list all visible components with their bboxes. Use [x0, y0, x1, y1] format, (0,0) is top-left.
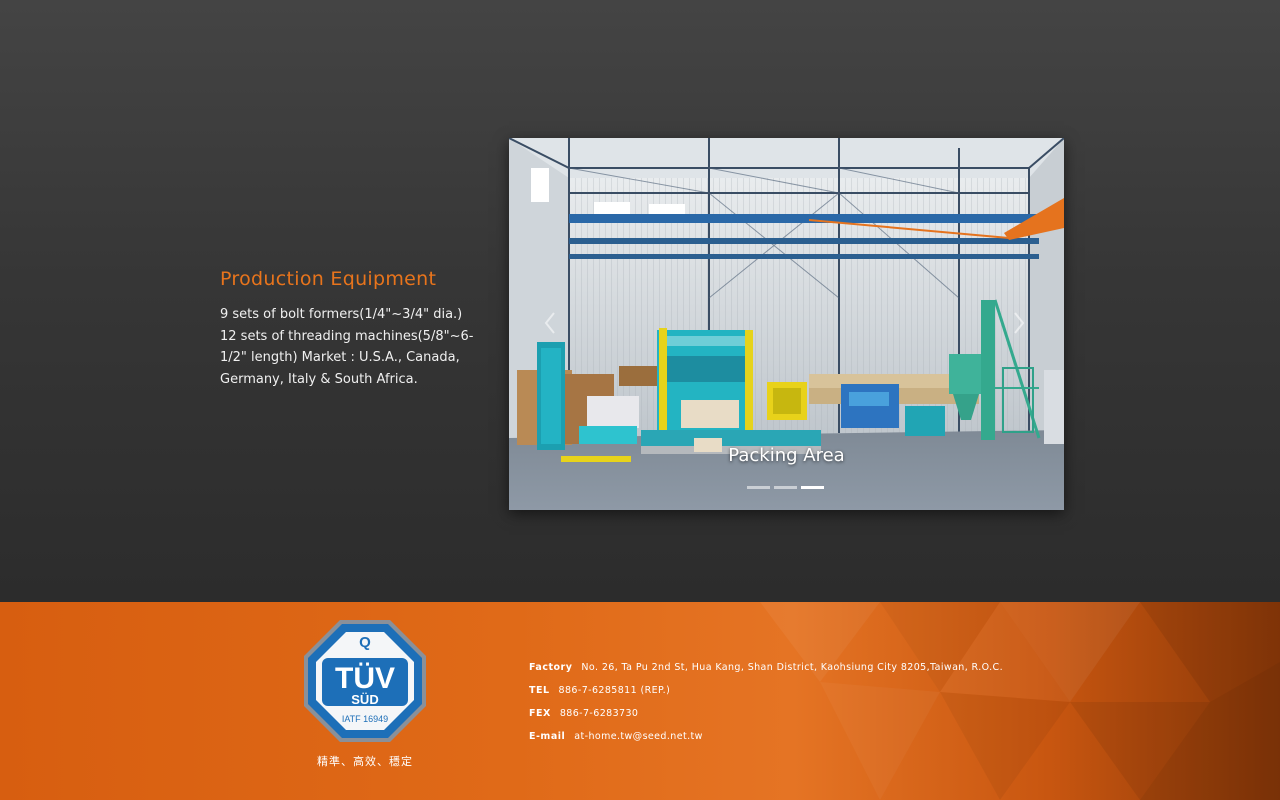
slider-next-button[interactable] — [1010, 310, 1028, 336]
email-label: E-mail — [529, 731, 566, 742]
slider-prev-button[interactable] — [541, 310, 559, 336]
footer: Q TÜV SÜD IATF 16949 精準、高效、穩定 Factory No.… — [0, 602, 1280, 800]
logo-sub-text: SÜD — [351, 692, 378, 707]
section-description: 9 sets of bolt formers(1/4"~3/4" dia.) 1… — [220, 307, 474, 387]
contact-email: E-mail at-home.tw@seed.net.tw — [529, 730, 1003, 753]
main-section: Production Equipment 9 sets of bolt form… — [0, 0, 1280, 602]
slide-indicator-2[interactable] — [774, 486, 797, 489]
production-info: Production Equipment 9 sets of bolt form… — [220, 268, 480, 390]
contact-info: Factory No. 26, Ta Pu 2nd St, Hua Kang, S… — [529, 661, 1003, 753]
chevron-left-icon — [544, 312, 555, 334]
fax-label: FEX — [529, 708, 551, 719]
image-slider[interactable]: Packing Area — [509, 138, 1064, 510]
slide-caption: Packing Area — [728, 445, 845, 466]
email-link[interactable]: at-home.tw@seed.net.tw — [574, 731, 703, 742]
factory-address: No. 26, Ta Pu 2nd St, Hua Kang, Shan Dis… — [581, 662, 1004, 673]
logo-cert-text: IATF 16949 — [342, 714, 388, 724]
tel-label: TEL — [529, 685, 550, 696]
fax-value: 886-7-6283730 — [559, 708, 639, 719]
logo-caption: 精準、高效、穩定 — [317, 755, 413, 768]
factory-label: Factory — [529, 662, 573, 673]
chevron-right-icon — [1014, 312, 1025, 334]
contact-fax: FEX 886-7-6283730 — [529, 707, 1003, 730]
contact-tel: TEL 886-7-6285811 (REP.) — [529, 684, 1003, 707]
slider-indicators — [747, 486, 824, 489]
tel-value: 886-7-6285811 (REP.) — [558, 685, 671, 696]
logo-brand-text: TÜV — [335, 662, 395, 695]
slide-indicator-1[interactable] — [747, 486, 770, 489]
tuv-sud-iatf-logo: Q TÜV SÜD IATF 16949 — [304, 620, 426, 742]
logo-top-mark: Q — [359, 634, 371, 651]
slide-indicator-3[interactable] — [801, 486, 824, 489]
section-title: Production Equipment — [220, 268, 437, 290]
contact-factory: Factory No. 26, Ta Pu 2nd St, Hua Kang, S… — [529, 661, 1003, 684]
